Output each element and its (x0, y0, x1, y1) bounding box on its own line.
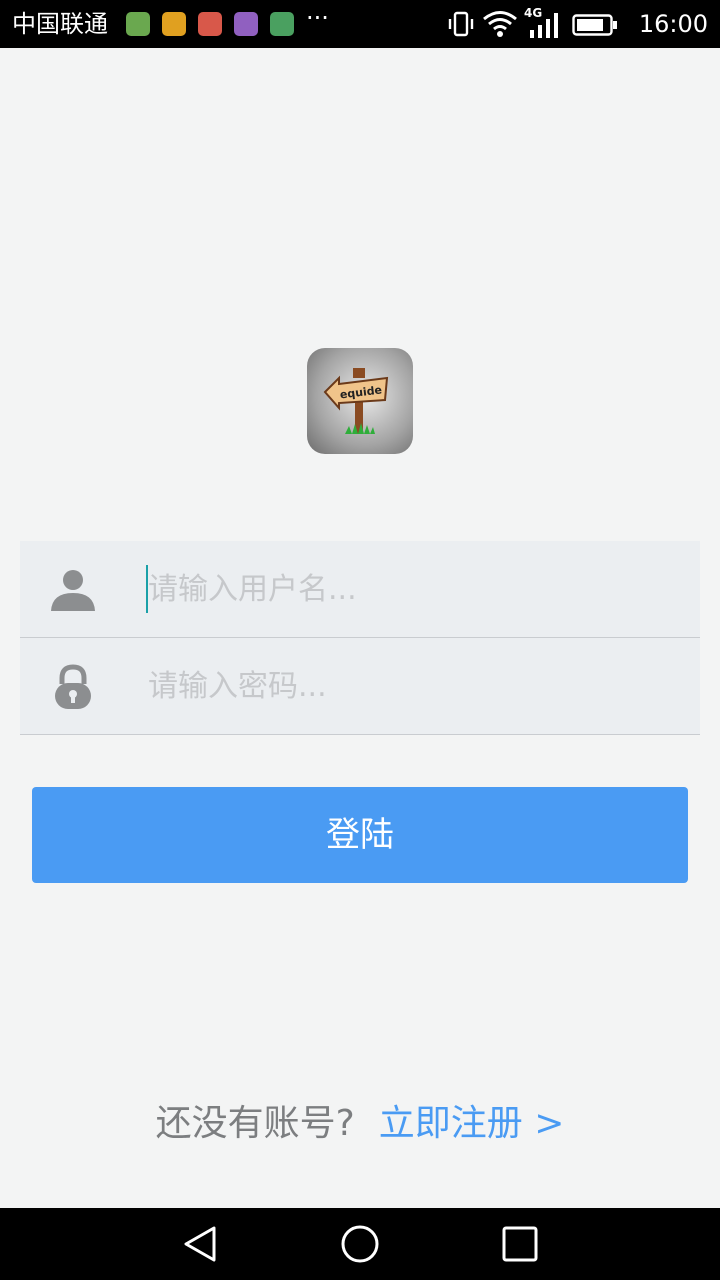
back-icon[interactable] (180, 1224, 220, 1264)
user-icon (51, 570, 95, 611)
status-right: 4G 16:00 (448, 6, 708, 40)
signal-icon (530, 13, 558, 38)
recent-apps-icon[interactable] (500, 1224, 540, 1264)
app-notification-icon (126, 12, 150, 36)
register-link[interactable]: 立即注册 > (379, 1103, 565, 1144)
login-form (20, 541, 700, 735)
more-notifications-icon: ··· (306, 4, 329, 32)
carrier-label: 中国联通 (12, 10, 108, 38)
navigation-bar (0, 1208, 720, 1280)
password-row (20, 638, 700, 735)
password-input[interactable] (148, 638, 688, 734)
text-cursor (146, 565, 148, 613)
wifi-icon (483, 11, 517, 37)
vibrate-icon (448, 11, 474, 37)
status-bar: 中国联通 ··· 4G 16:00 (0, 0, 720, 48)
no-account-text: 还没有账号? (155, 1103, 355, 1144)
register-prompt: 还没有账号? 立即注册 > (0, 1096, 720, 1152)
app-logo: equide (307, 348, 413, 454)
login-button[interactable]: 登陆 (32, 787, 688, 883)
app-notification-icon (162, 12, 186, 36)
signpost-icon: equide (323, 368, 389, 434)
app-notification-icon (234, 12, 258, 36)
app-notification-icon (198, 12, 222, 36)
lock-icon (55, 664, 91, 709)
username-row (20, 541, 700, 638)
battery-icon (572, 14, 617, 36)
username-input[interactable] (148, 541, 688, 637)
app-notification-icon (270, 12, 294, 36)
clock: 16:00 (638, 10, 708, 38)
home-icon[interactable] (340, 1224, 380, 1264)
